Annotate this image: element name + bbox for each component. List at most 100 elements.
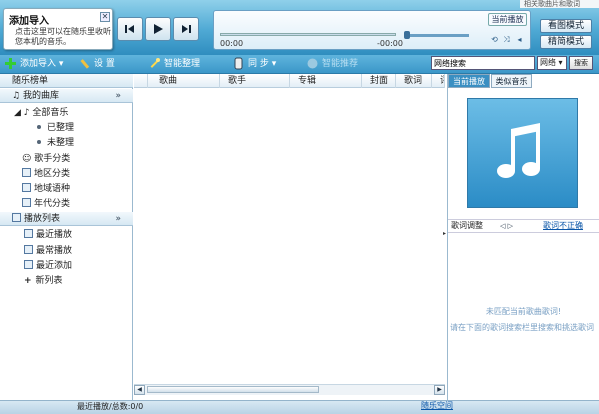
no-lyric-message: 未匹配当前歌曲歌词!	[485, 307, 562, 316]
shuffle-icon[interactable]: ⤨	[501, 35, 512, 44]
lyric-offset-arrows[interactable]: ◁ ▷	[500, 220, 513, 232]
progress-bar[interactable]	[220, 33, 396, 36]
sidebar-item-all-music[interactable]: ◢ ♪ 全部音乐	[0, 106, 132, 121]
volume-knob[interactable]	[404, 31, 410, 39]
sync-button[interactable]: 同 步 ▾	[232, 57, 276, 72]
folder-icon	[22, 198, 31, 207]
scroll-right-arrow-icon[interactable]: ▶	[434, 385, 445, 395]
folder-icon	[22, 183, 31, 192]
mp3-player-icon	[232, 57, 245, 70]
organized-label: 已整理	[47, 123, 75, 133]
sidebar-item-playlists[interactable]: 播放列表 »	[0, 212, 133, 226]
all-music-label: 全部音乐	[32, 108, 69, 118]
era-label: 年代分类	[34, 199, 71, 209]
music-note-icon	[497, 123, 540, 178]
note-icon: ♪	[23, 108, 30, 118]
smart-recommend-button[interactable]: 智能推荐	[306, 57, 358, 72]
next-icon	[182, 25, 191, 33]
add-import-tooltip: 添加导入 ✕ 点击这里可以在随乐里收听您本机的音乐。	[3, 8, 113, 50]
tab-current-playing[interactable]: 当前播放	[448, 74, 490, 88]
now-playing-button[interactable]: 当前播放	[488, 13, 527, 26]
column-rating[interactable]: 评	[432, 74, 445, 88]
sidebar-item-recent-added[interactable]: 最近添加	[0, 259, 132, 274]
bullet-icon	[37, 140, 41, 144]
scrollbar-thumb[interactable]	[147, 386, 319, 393]
search-scope-select[interactable]: 网络 ▾	[537, 56, 567, 70]
list-icon	[24, 229, 33, 238]
smart-recommend-label: 智能推荐	[322, 59, 359, 69]
next-button[interactable]	[173, 17, 199, 41]
view-mode-button[interactable]: 看图模式	[540, 19, 592, 33]
search-input[interactable]	[431, 56, 535, 70]
sidebar-item-library[interactable]: ♫ 我的曲库 »	[0, 89, 133, 103]
sidebar-item-region[interactable]: 地区分类	[0, 167, 132, 182]
language-label: 地域语种	[34, 184, 71, 194]
play-icon	[154, 24, 163, 34]
lyric-incorrect-link[interactable]: 歌词不正确	[543, 220, 583, 232]
elapsed-time: 00:00	[220, 39, 244, 48]
lyric-adjust-label: 歌词调整	[451, 221, 483, 230]
collapse-icon[interactable]: »	[115, 89, 121, 103]
lyric-search-hint: 请在下面的歌词搜索栏里搜索和挑选歌词	[450, 323, 594, 332]
recommend-icon	[306, 57, 319, 70]
compact-mode-button[interactable]: 精简模式	[540, 35, 592, 49]
sidebar-item-new-list[interactable]: + 新列表	[0, 274, 132, 289]
album-art	[467, 98, 578, 208]
sync-label: 同 步	[248, 59, 269, 69]
volume-icon[interactable]: ◂	[514, 35, 525, 44]
settings-label: 设 置	[94, 59, 115, 69]
previous-button[interactable]	[117, 17, 143, 41]
search-button[interactable]: 搜索	[569, 56, 593, 70]
column-singer[interactable]: 歌手	[220, 74, 290, 88]
sidebar-item-organized[interactable]: 已整理	[0, 121, 132, 136]
top-note: 相关歌曲片和歌词	[520, 0, 599, 8]
expand-icon[interactable]: ◢	[14, 108, 21, 118]
sidebar-item-recent-play[interactable]: 最近播放	[0, 228, 132, 243]
plus-icon: +	[24, 276, 32, 286]
song-list[interactable]	[134, 74, 445, 400]
magic-wand-icon	[148, 57, 161, 70]
sidebar-item-frequent-play[interactable]: 最常播放	[0, 244, 132, 259]
search-scope-value: 网络	[540, 58, 556, 67]
column-album[interactable]: 专辑	[290, 74, 362, 88]
add-import-button[interactable]: 添加导入 ▾	[4, 57, 63, 72]
new-list-label: 新列表	[35, 276, 63, 286]
folder-icon	[22, 168, 31, 177]
repeat-icon[interactable]: ⟲	[489, 35, 500, 44]
music-space-link[interactable]: 随乐空间	[421, 400, 453, 412]
status-count: 最近播放/总数:0/0	[77, 402, 144, 411]
sidebar-item-charts[interactable]: 随乐榜单	[0, 74, 133, 88]
tooltip-close-button[interactable]: ✕	[100, 12, 110, 22]
playlist-icon	[12, 213, 21, 222]
tab-similar-music[interactable]: 类似音乐	[491, 74, 532, 88]
sidebar-item-language[interactable]: 地域语种	[0, 182, 132, 197]
sidebar-item-era[interactable]: 年代分类	[0, 197, 132, 212]
frequent-play-label: 最常播放	[36, 246, 73, 256]
column-cover[interactable]: 封面	[362, 74, 396, 88]
region-label: 地区分类	[34, 169, 71, 179]
play-button[interactable]	[145, 17, 171, 41]
volume-slider[interactable]	[404, 34, 469, 37]
sidebar-item-unorganized[interactable]: 未整理	[0, 136, 132, 151]
previous-icon	[125, 25, 134, 33]
scroll-left-arrow-icon[interactable]: ◀	[134, 385, 145, 395]
column-lyrics[interactable]: 歌词	[396, 74, 432, 88]
settings-button[interactable]: 设 置	[78, 57, 115, 72]
singer-label: 歌手分类	[34, 154, 71, 164]
remaining-time: -00:00	[377, 39, 403, 48]
column-song[interactable]: 歌曲	[148, 74, 220, 88]
recent-play-label: 最近播放	[36, 230, 73, 240]
tooltip-title: 添加导入	[9, 16, 49, 27]
plus-icon	[4, 57, 17, 70]
tooltip-body: 点击这里可以在随乐里收听您本机的音乐。	[15, 27, 111, 46]
add-import-label: 添加导入	[20, 59, 57, 69]
bullet-icon	[37, 125, 41, 129]
unorganized-label: 未整理	[47, 138, 75, 148]
recent-added-label: 最近添加	[36, 261, 73, 271]
singer-icon: ☺	[22, 154, 32, 164]
playlists-label: 播放列表	[24, 214, 61, 224]
collapse-icon[interactable]: »	[115, 212, 121, 226]
music-note-icon: ♫	[12, 91, 21, 101]
smart-organize-button[interactable]: 智能整理	[148, 57, 200, 72]
sidebar-item-singer[interactable]: ☺ 歌手分类	[0, 152, 132, 167]
